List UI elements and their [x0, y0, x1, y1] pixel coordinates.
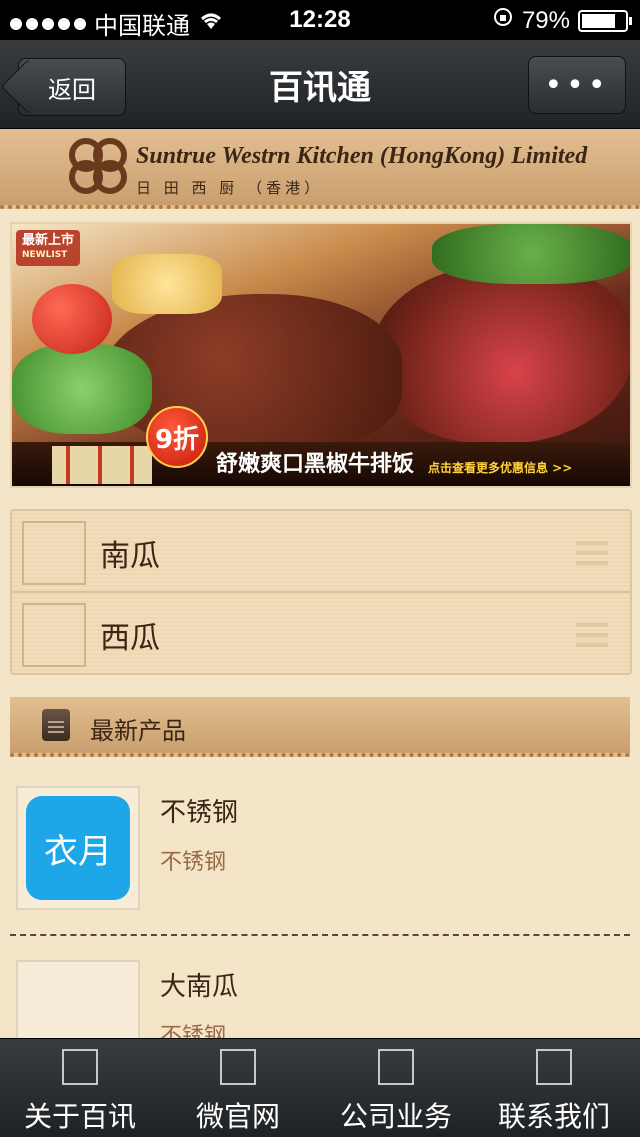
brand-header: Suntrue Westrn Kitchen (HongKong) Limite…	[0, 129, 640, 209]
section-header: 最新产品	[10, 697, 630, 757]
brand-name-chinese: 日 田 西 厨 （香港）	[136, 179, 324, 197]
new-list-tag-sub: NEWLIST	[22, 250, 68, 260]
battery-percent: 79%	[521, 6, 570, 34]
status-right: 79%	[492, 6, 632, 35]
tab-icon	[536, 1049, 572, 1085]
divider	[10, 934, 630, 936]
notebook-icon	[42, 709, 70, 741]
navigation-bar: 返回 百讯通 •••	[0, 40, 640, 129]
product-thumbnail: 衣月	[16, 786, 140, 910]
tab-icon	[62, 1049, 98, 1085]
tab-label: 关于百讯	[23, 1100, 136, 1133]
tab-label: 微官网	[195, 1100, 280, 1133]
tab-icon	[220, 1049, 256, 1085]
product-name: 不锈钢	[160, 798, 239, 828]
section-title: 最新产品	[90, 717, 186, 745]
product-name: 大南瓜	[160, 972, 239, 1002]
list-item[interactable]: 南瓜	[12, 511, 630, 591]
steak-image	[372, 264, 630, 444]
tab-about[interactable]: 关于百讯	[0, 1039, 160, 1137]
item-thumbnail	[22, 603, 86, 667]
tab-contact[interactable]: 联系我们	[474, 1039, 634, 1137]
drag-handle-icon	[576, 537, 608, 565]
tab-business[interactable]: 公司业务	[316, 1039, 476, 1137]
potato-image	[112, 254, 222, 314]
herb-image	[432, 224, 630, 284]
product-subtitle: 不锈钢	[160, 850, 227, 875]
category-list: 南瓜 西瓜	[10, 509, 632, 675]
drag-handle-icon	[576, 619, 608, 647]
discount-badge: 9折	[146, 406, 208, 468]
tomato-image	[32, 284, 112, 354]
bottom-tab-bar: 关于百讯 微官网 公司业务 联系我们	[0, 1038, 640, 1137]
banner-more-link[interactable]: 点击查看更多优惠信息 >>	[428, 459, 572, 476]
more-icon: •••	[544, 67, 610, 103]
banner-caption-strip: 舒嫩爽口黑椒牛排饭 点击查看更多优惠信息 >>	[12, 442, 630, 486]
banner-title: 舒嫩爽口黑椒牛排饭	[216, 452, 415, 477]
product-item[interactable]: 衣月 不锈钢 不锈钢	[0, 786, 640, 926]
tab-icon	[378, 1049, 414, 1085]
list-item[interactable]: 西瓜	[12, 591, 630, 673]
promo-banner[interactable]: 最新上市 NEWLIST 舒嫩爽口黑椒牛排饭 点击查看更多优惠信息 >> 9折	[10, 222, 632, 488]
tab-label: 公司业务	[339, 1100, 452, 1133]
product-app-icon: 衣月	[26, 796, 130, 900]
back-button-label: 返回	[48, 75, 96, 104]
new-list-tag-text: 最新上市	[22, 233, 75, 248]
product-packs-image	[52, 446, 152, 484]
list-item-label: 南瓜	[100, 539, 160, 574]
status-bar: 中国联通 12:28 79%	[0, 0, 640, 40]
salad-image	[12, 344, 152, 434]
more-button[interactable]: •••	[528, 56, 626, 114]
tab-label: 联系我们	[497, 1100, 610, 1133]
new-list-tag: 最新上市 NEWLIST	[16, 230, 81, 266]
battery-icon	[578, 9, 632, 32]
brand-logo-icon	[69, 138, 127, 194]
item-thumbnail	[22, 521, 86, 585]
tab-micro-site[interactable]: 微官网	[158, 1039, 318, 1137]
brand-name-english: Suntrue Westrn Kitchen (HongKong) Limite…	[136, 143, 588, 169]
rotation-lock-icon	[492, 6, 514, 35]
list-item-label: 西瓜	[100, 621, 160, 656]
